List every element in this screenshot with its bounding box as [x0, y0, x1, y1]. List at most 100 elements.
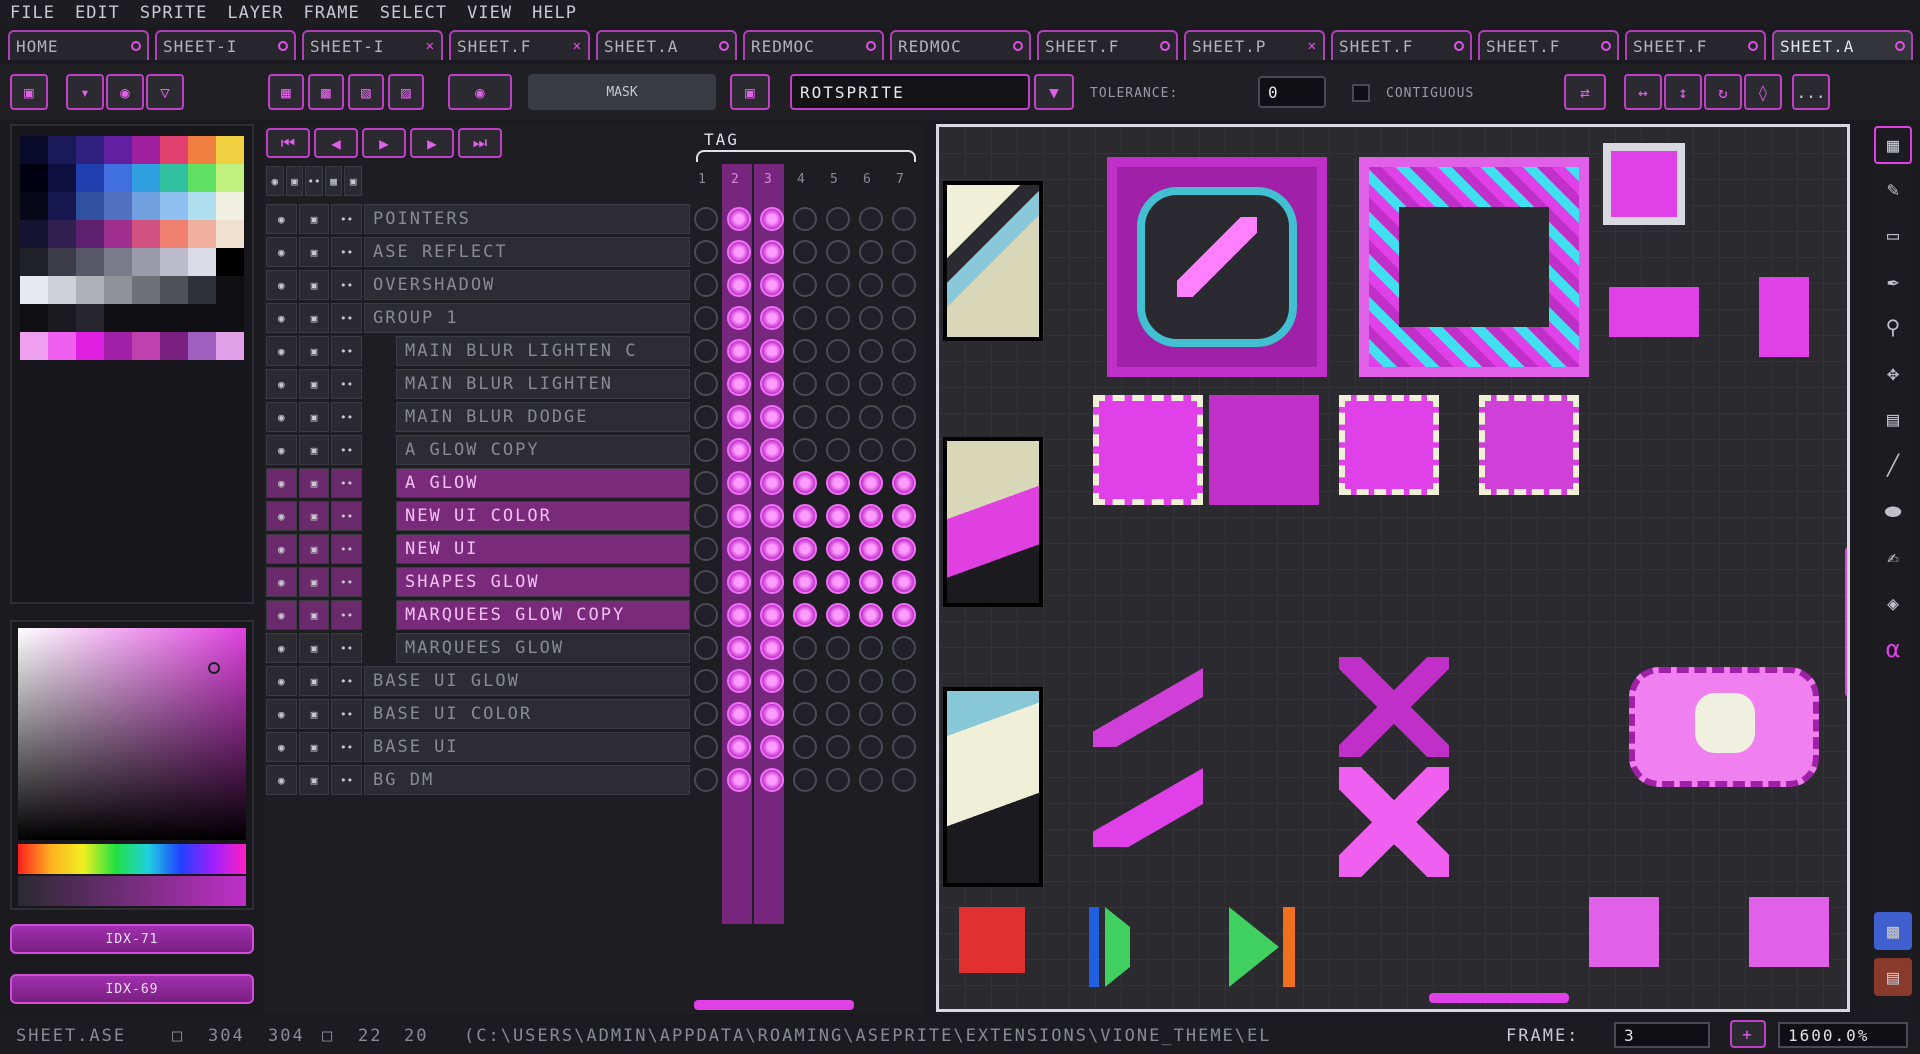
cel[interactable]: [793, 504, 817, 528]
eye-icon[interactable]: ◉: [266, 633, 297, 663]
sprite-canvas[interactable]: [936, 124, 1850, 1012]
cel[interactable]: [892, 471, 916, 495]
eye-icon[interactable]: ◉: [266, 765, 297, 795]
palette-swatch[interactable]: [48, 332, 76, 360]
palette-swatch[interactable]: [216, 136, 244, 164]
eye-icon[interactable]: ◉: [266, 666, 297, 696]
lock-icon[interactable]: ▣: [298, 336, 330, 366]
layer-name[interactable]: NEW UI: [396, 534, 690, 564]
layer-row[interactable]: ◉ ▣ •• MARQUEES GLOW: [264, 633, 924, 664]
cel[interactable]: [793, 471, 817, 495]
palette-swatch[interactable]: [188, 136, 216, 164]
color-mode-icon[interactable]: ◉: [106, 74, 144, 110]
cel[interactable]: [793, 438, 817, 462]
lock-icon[interactable]: ▣: [298, 765, 330, 795]
menu-sprite[interactable]: SPRITE: [140, 3, 207, 23]
modified-dot-icon[interactable]: [866, 41, 876, 51]
cel[interactable]: [859, 240, 883, 264]
palette-swatch[interactable]: [216, 248, 244, 276]
palette-swatch[interactable]: [48, 136, 76, 164]
palette-swatch[interactable]: [160, 332, 188, 360]
cel[interactable]: [727, 438, 751, 462]
menu-help[interactable]: HELP: [532, 3, 577, 23]
layer-name[interactable]: A GLOW COPY: [396, 435, 690, 465]
cel[interactable]: [793, 735, 817, 759]
foreground-color-button[interactable]: IDX-71: [10, 924, 254, 954]
tab-4[interactable]: SHEET.A: [596, 30, 737, 60]
dotted-tile-sprite[interactable]: [1209, 395, 1319, 505]
cel[interactable]: [694, 735, 718, 759]
cel[interactable]: [892, 636, 916, 660]
cel[interactable]: [892, 504, 916, 528]
cel[interactable]: [694, 702, 718, 726]
dotted-tile-sprite[interactable]: [1093, 395, 1203, 505]
palette-swatch[interactable]: [20, 332, 48, 360]
cel[interactable]: [760, 438, 784, 462]
cel[interactable]: [760, 570, 784, 594]
cel[interactable]: [892, 438, 916, 462]
palette-swatch[interactable]: [76, 332, 104, 360]
eye-icon[interactable]: ◉: [266, 567, 297, 597]
palette-swatch[interactable]: [104, 164, 132, 192]
continuous-icon[interactable]: ••: [331, 369, 363, 399]
eye-icon[interactable]: ◉: [266, 204, 297, 234]
palette-swatch[interactable]: [20, 304, 48, 332]
cel[interactable]: [727, 636, 751, 660]
layer-row[interactable]: ◉ ▣ •• MAIN BLUR LIGHTEN C: [264, 336, 924, 367]
palette-swatch[interactable]: [160, 220, 188, 248]
selection-add-icon[interactable]: ▩: [308, 74, 344, 110]
flip-vertical-icon[interactable]: ↕: [1664, 74, 1702, 110]
cel[interactable]: [826, 471, 850, 495]
cel[interactable]: [760, 273, 784, 297]
cel[interactable]: [727, 669, 751, 693]
eye-icon[interactable]: ◉: [266, 534, 297, 564]
lock-icon[interactable]: ▣: [298, 369, 330, 399]
zoom-input[interactable]: 1600.0%: [1778, 1022, 1908, 1048]
palette-swatch[interactable]: [104, 332, 132, 360]
more-options-button[interactable]: ...: [1792, 74, 1830, 110]
eraser-tool-icon[interactable]: ▭: [1874, 216, 1912, 254]
text-tool-icon[interactable]: α: [1874, 630, 1912, 668]
layer-row[interactable]: ◉ ▣ •• NEW UI COLOR: [264, 501, 924, 532]
eye-icon[interactable]: ◉: [266, 600, 297, 630]
skull-badge-sprite[interactable]: [1629, 667, 1819, 787]
layer-name[interactable]: POINTERS: [364, 204, 690, 234]
cel[interactable]: [826, 735, 850, 759]
layer-name[interactable]: BG DM: [364, 765, 690, 795]
rotate-icon[interactable]: ↻: [1704, 74, 1742, 110]
lock-icon[interactable]: ▣: [298, 501, 330, 531]
palette-swatch[interactable]: [20, 164, 48, 192]
layer-row[interactable]: ◉ ▣ •• BASE UI: [264, 732, 924, 763]
lock-icon[interactable]: ▣: [298, 435, 330, 465]
red-swatch-sprite[interactable]: [959, 907, 1025, 973]
lock-icon[interactable]: ▣: [298, 732, 330, 762]
cel[interactable]: [793, 603, 817, 627]
dotted-tile-sprite[interactable]: [1479, 395, 1579, 495]
frame-number[interactable]: 4: [797, 172, 805, 187]
layer-row[interactable]: ◉ ▣ •• ASE REFLECT: [264, 237, 924, 268]
cel[interactable]: [892, 207, 916, 231]
layer-name[interactable]: ASE REFLECT: [364, 237, 690, 267]
tab-3[interactable]: SHEET.F ✕: [449, 30, 590, 60]
modified-dot-icon[interactable]: [1013, 41, 1023, 51]
cel[interactable]: [760, 702, 784, 726]
pivot-icon[interactable]: ▣: [730, 74, 770, 110]
eye-icon[interactable]: ◉: [266, 336, 297, 366]
cel[interactable]: [859, 669, 883, 693]
cel[interactable]: [892, 240, 916, 264]
eye-icon[interactable]: ◉: [266, 402, 297, 432]
checkmark-sprite[interactable]: [1093, 667, 1203, 747]
tab-6[interactable]: REDMOC: [890, 30, 1031, 60]
cel[interactable]: [727, 537, 751, 561]
palette-swatch[interactable]: [188, 276, 216, 304]
layer-name[interactable]: GROUP 1: [364, 303, 690, 333]
layer-row[interactable]: ◉ ▣ •• BG DM: [264, 765, 924, 796]
cel[interactable]: [826, 372, 850, 396]
cel[interactable]: [760, 240, 784, 264]
palette-swatch[interactable]: [188, 248, 216, 276]
cel[interactable]: [826, 768, 850, 792]
layer-row[interactable]: ◉ ▣ •• MAIN BLUR DODGE: [264, 402, 924, 433]
lock-icon[interactable]: ▣: [298, 303, 330, 333]
cel[interactable]: [826, 438, 850, 462]
dotted-pin-sprite[interactable]: [1589, 897, 1659, 967]
